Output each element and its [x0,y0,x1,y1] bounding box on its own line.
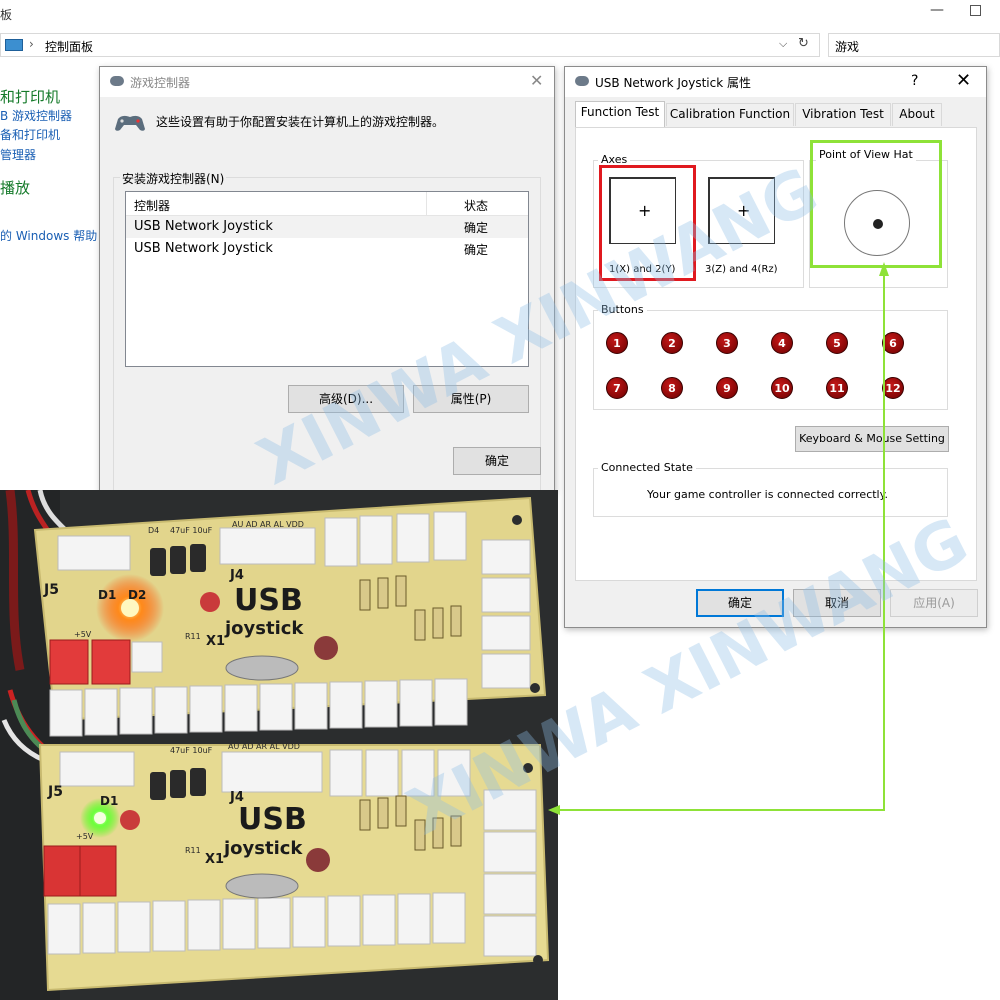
arrow-head-left [548,805,560,815]
arrow-head-up [879,262,889,276]
connector-arrow [548,262,889,815]
